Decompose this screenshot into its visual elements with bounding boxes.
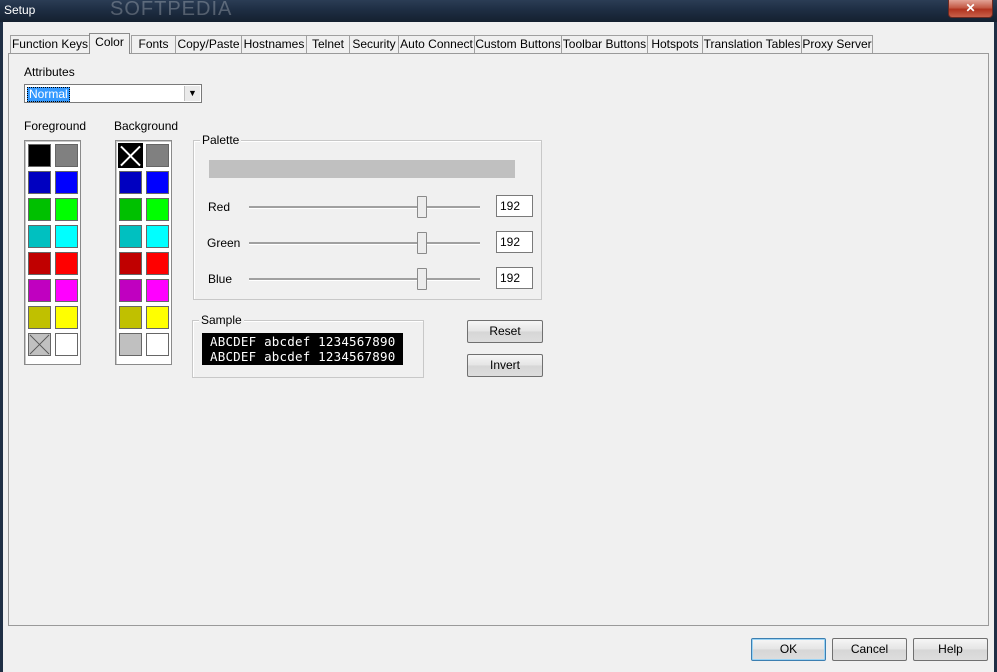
green-label: Green xyxy=(207,236,241,250)
background-swatch[interactable] xyxy=(119,171,142,194)
background-swatch[interactable] xyxy=(119,225,142,248)
foreground-swatch[interactable] xyxy=(28,252,51,275)
background-swatch[interactable] xyxy=(146,333,169,356)
chevron-down-icon[interactable]: ▼ xyxy=(184,86,200,101)
blue-value-field[interactable]: 192 xyxy=(496,267,533,289)
foreground-swatch[interactable] xyxy=(55,333,78,356)
background-swatch[interactable] xyxy=(146,279,169,302)
background-swatch[interactable] xyxy=(146,306,169,329)
tab-telnet[interactable]: Telnet xyxy=(306,35,350,53)
attributes-value: Normal xyxy=(27,87,70,102)
foreground-swatches xyxy=(24,140,81,365)
background-swatch[interactable] xyxy=(119,333,142,356)
blue-label: Blue xyxy=(208,272,233,286)
foreground-swatch[interactable] xyxy=(55,306,78,329)
attributes-label: Attributes xyxy=(24,65,75,79)
tab-copy-paste[interactable]: Copy/Paste xyxy=(175,35,242,53)
red-slider-thumb[interactable] xyxy=(417,196,427,218)
foreground-swatch[interactable] xyxy=(28,144,51,167)
window-frame-left xyxy=(0,22,3,672)
background-swatch[interactable] xyxy=(146,171,169,194)
red-value-field[interactable]: 192 xyxy=(496,195,533,217)
reset-button[interactable]: Reset xyxy=(467,320,543,343)
sample-title: Sample xyxy=(199,313,244,327)
background-swatch[interactable] xyxy=(146,144,169,167)
foreground-swatch[interactable] xyxy=(55,225,78,248)
title-bar[interactable]: Setup SOFTPEDIA ✕ xyxy=(0,0,997,22)
invert-button[interactable]: Invert xyxy=(467,354,543,377)
foreground-swatch[interactable] xyxy=(28,279,51,302)
tab-toolbar-buttons[interactable]: Toolbar Buttons xyxy=(561,35,648,53)
green-slider-thumb[interactable] xyxy=(417,232,427,254)
foreground-swatch[interactable] xyxy=(55,171,78,194)
foreground-swatch[interactable] xyxy=(28,171,51,194)
sample-line-2: ABCDEF abcdef 1234567890 xyxy=(210,349,396,364)
window-title: Setup xyxy=(4,3,36,17)
tab-fonts[interactable]: Fonts xyxy=(131,35,176,53)
red-label: Red xyxy=(208,200,231,214)
background-swatch[interactable] xyxy=(146,198,169,221)
foreground-swatch[interactable] xyxy=(55,198,78,221)
foreground-swatch[interactable] xyxy=(28,306,51,329)
tab-hotspots[interactable]: Hotspots xyxy=(647,35,703,53)
cancel-button[interactable]: Cancel xyxy=(832,638,907,661)
red-slider-track[interactable] xyxy=(249,206,480,209)
ok-button[interactable]: OK xyxy=(751,638,826,661)
help-button[interactable]: Help xyxy=(913,638,988,661)
foreground-swatch[interactable] xyxy=(55,252,78,275)
close-icon: ✕ xyxy=(965,1,976,15)
background-swatch[interactable] xyxy=(119,279,142,302)
tab-proxy-server[interactable]: Proxy Server xyxy=(801,35,873,53)
palette-title: Palette xyxy=(200,133,242,147)
background-swatch[interactable] xyxy=(146,225,169,248)
green-slider-track[interactable] xyxy=(249,242,480,245)
background-swatch[interactable] xyxy=(119,198,142,221)
setup-window: Setup SOFTPEDIA ✕ Function Keys Color Fo… xyxy=(0,0,997,672)
background-swatches xyxy=(115,140,172,365)
background-label: Background xyxy=(114,119,179,133)
tab-color[interactable]: Color xyxy=(89,33,130,54)
palette-color-preview xyxy=(209,160,515,178)
foreground-label: Foreground xyxy=(24,119,87,133)
foreground-swatch[interactable] xyxy=(55,279,78,302)
tab-translation-tables[interactable]: Translation Tables xyxy=(702,35,802,53)
watermark: SOFTPEDIA xyxy=(110,0,233,20)
attributes-select[interactable]: Normal ▼ xyxy=(24,84,202,103)
blue-slider-thumb[interactable] xyxy=(417,268,427,290)
foreground-swatch[interactable] xyxy=(28,225,51,248)
sample-preview: ABCDEF abcdef 1234567890 ABCDEF abcdef 12… xyxy=(202,333,403,365)
background-swatch[interactable] xyxy=(146,252,169,275)
close-button[interactable]: ✕ xyxy=(948,0,993,18)
foreground-swatch[interactable] xyxy=(28,198,51,221)
foreground-swatch[interactable] xyxy=(28,333,51,356)
tab-hostnames[interactable]: Hostnames xyxy=(241,35,307,53)
tab-security[interactable]: Security xyxy=(349,35,399,53)
foreground-swatch[interactable] xyxy=(55,144,78,167)
tab-function-keys[interactable]: Function Keys xyxy=(10,35,90,53)
blue-slider-track[interactable] xyxy=(249,278,480,281)
background-swatch[interactable] xyxy=(119,306,142,329)
green-value-field[interactable]: 192 xyxy=(496,231,533,253)
tab-auto-connect[interactable]: Auto Connect xyxy=(398,35,475,53)
tab-custom-buttons[interactable]: Custom Buttons xyxy=(474,35,562,53)
background-swatch[interactable] xyxy=(119,252,142,275)
sample-line-1: ABCDEF abcdef 1234567890 xyxy=(210,334,396,349)
background-swatch[interactable] xyxy=(118,143,143,168)
